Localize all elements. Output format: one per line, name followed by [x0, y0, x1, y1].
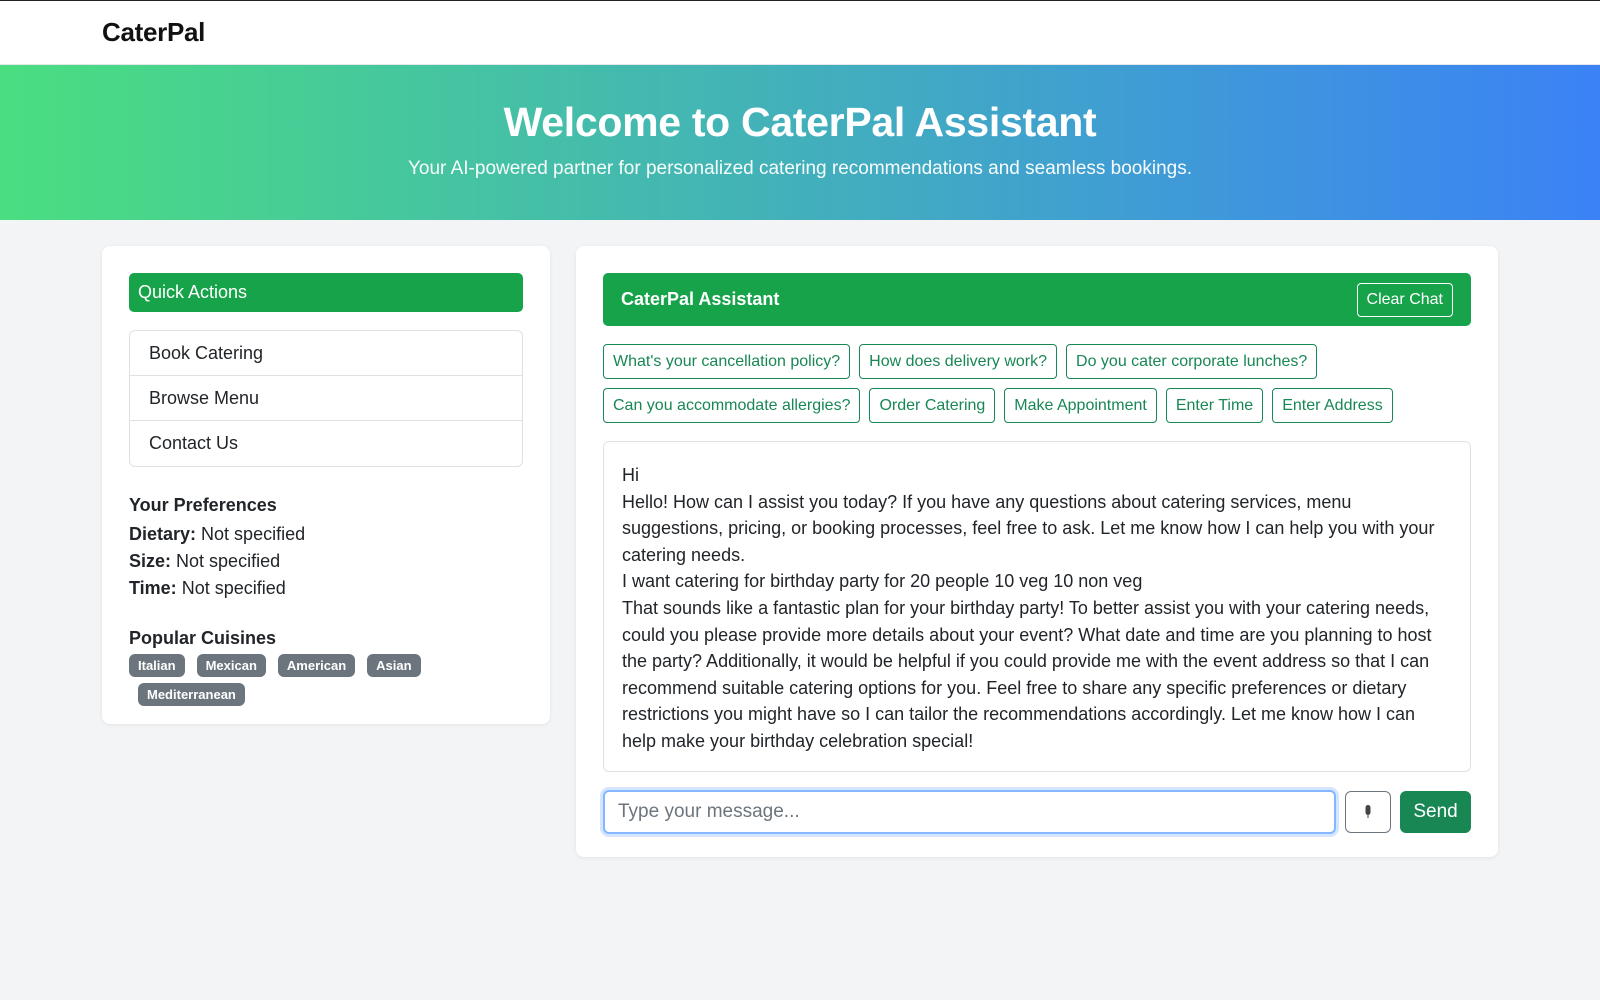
chip-enter-address[interactable]: Enter Address — [1272, 388, 1393, 423]
chat-card: CaterPal Assistant Clear Chat What's you… — [576, 246, 1498, 857]
cuisine-badges: Italian Mexican American Asian Mediterra… — [129, 654, 459, 706]
cuisines-section: Popular Cuisines Italian Mexican America… — [129, 628, 523, 706]
preferences-title: Your Preferences — [129, 495, 277, 515]
cuisine-badge-italian: Italian — [129, 654, 185, 677]
clear-chat-button[interactable]: Clear Chat — [1356, 282, 1453, 317]
brand-logo[interactable]: CaterPal — [102, 17, 205, 48]
send-button[interactable]: Send — [1400, 791, 1471, 833]
message-input[interactable] — [603, 790, 1337, 834]
cuisines-title: Popular Cuisines — [129, 628, 277, 648]
message-assistant: Hello! How can I assist you today? If yo… — [622, 491, 1435, 565]
quick-action-contact-us[interactable]: Contact Us — [130, 421, 522, 466]
sidebar-card: Quick Actions Book Catering Browse Menu … — [102, 246, 550, 724]
cuisine-badge-american: American — [277, 654, 356, 677]
top-navbar: CaterPal — [0, 0, 1600, 65]
hero-banner: Welcome to CaterPal Assistant Your AI-po… — [0, 65, 1600, 220]
quick-action-book-catering[interactable]: Book Catering — [130, 331, 522, 376]
pref-time-value: Not specified — [181, 578, 286, 598]
message-assistant: That sounds like a fantastic plan for yo… — [622, 597, 1432, 751]
microphone-button[interactable] — [1345, 791, 1392, 833]
pref-dietary-value: Not specified — [201, 524, 306, 544]
chip-cancellation-policy[interactable]: What's your cancellation policy? — [603, 344, 851, 379]
cuisine-badge-mediterranean: Mediterranean — [138, 683, 245, 706]
chip-delivery[interactable]: How does delivery work? — [859, 344, 1058, 379]
chat-title: CaterPal Assistant — [621, 289, 780, 309]
suggestion-chips: What's your cancellation policy? How doe… — [603, 344, 1403, 423]
hero-title: Welcome to CaterPal Assistant — [503, 99, 1097, 145]
pref-size: Size: Not specified — [129, 548, 523, 575]
preferences-section: Your Preferences Dietary: Not specified … — [129, 495, 523, 602]
chat-header: CaterPal Assistant Clear Chat — [603, 273, 1471, 326]
hero-subtitle: Your AI-powered partner for personalized… — [407, 158, 1193, 179]
chip-enter-time[interactable]: Enter Time — [1165, 388, 1264, 423]
chip-corporate-lunches[interactable]: Do you cater corporate lunches? — [1066, 344, 1318, 379]
quick-action-browse-menu[interactable]: Browse Menu — [130, 376, 522, 421]
pref-time: Time: Not specified — [129, 575, 523, 602]
quick-actions-list: Book Catering Browse Menu Contact Us — [129, 330, 523, 467]
microphone-icon — [1365, 805, 1371, 818]
chip-allergies[interactable]: Can you accommodate allergies? — [603, 388, 861, 423]
pref-size-label: Size: — [129, 551, 172, 571]
chip-order-catering[interactable]: Order Catering — [869, 388, 996, 423]
chat-messages[interactable]: Hi Hello! How can I assist you today? If… — [603, 441, 1471, 772]
cuisine-badge-mexican: Mexican — [196, 654, 266, 677]
message-user: I want catering for birthday party for 2… — [622, 571, 1143, 592]
pref-time-label: Time: — [129, 578, 177, 598]
chip-make-appointment[interactable]: Make Appointment — [1004, 388, 1157, 423]
pref-dietary-label: Dietary: — [129, 524, 197, 544]
pref-size-value: Not specified — [176, 551, 281, 571]
pref-dietary: Dietary: Not specified — [129, 521, 523, 548]
quick-actions-header: Quick Actions — [129, 273, 523, 312]
message-user: Hi — [622, 465, 639, 485]
cuisine-badge-asian: Asian — [367, 654, 421, 677]
message-composer: Send — [603, 790, 1471, 834]
